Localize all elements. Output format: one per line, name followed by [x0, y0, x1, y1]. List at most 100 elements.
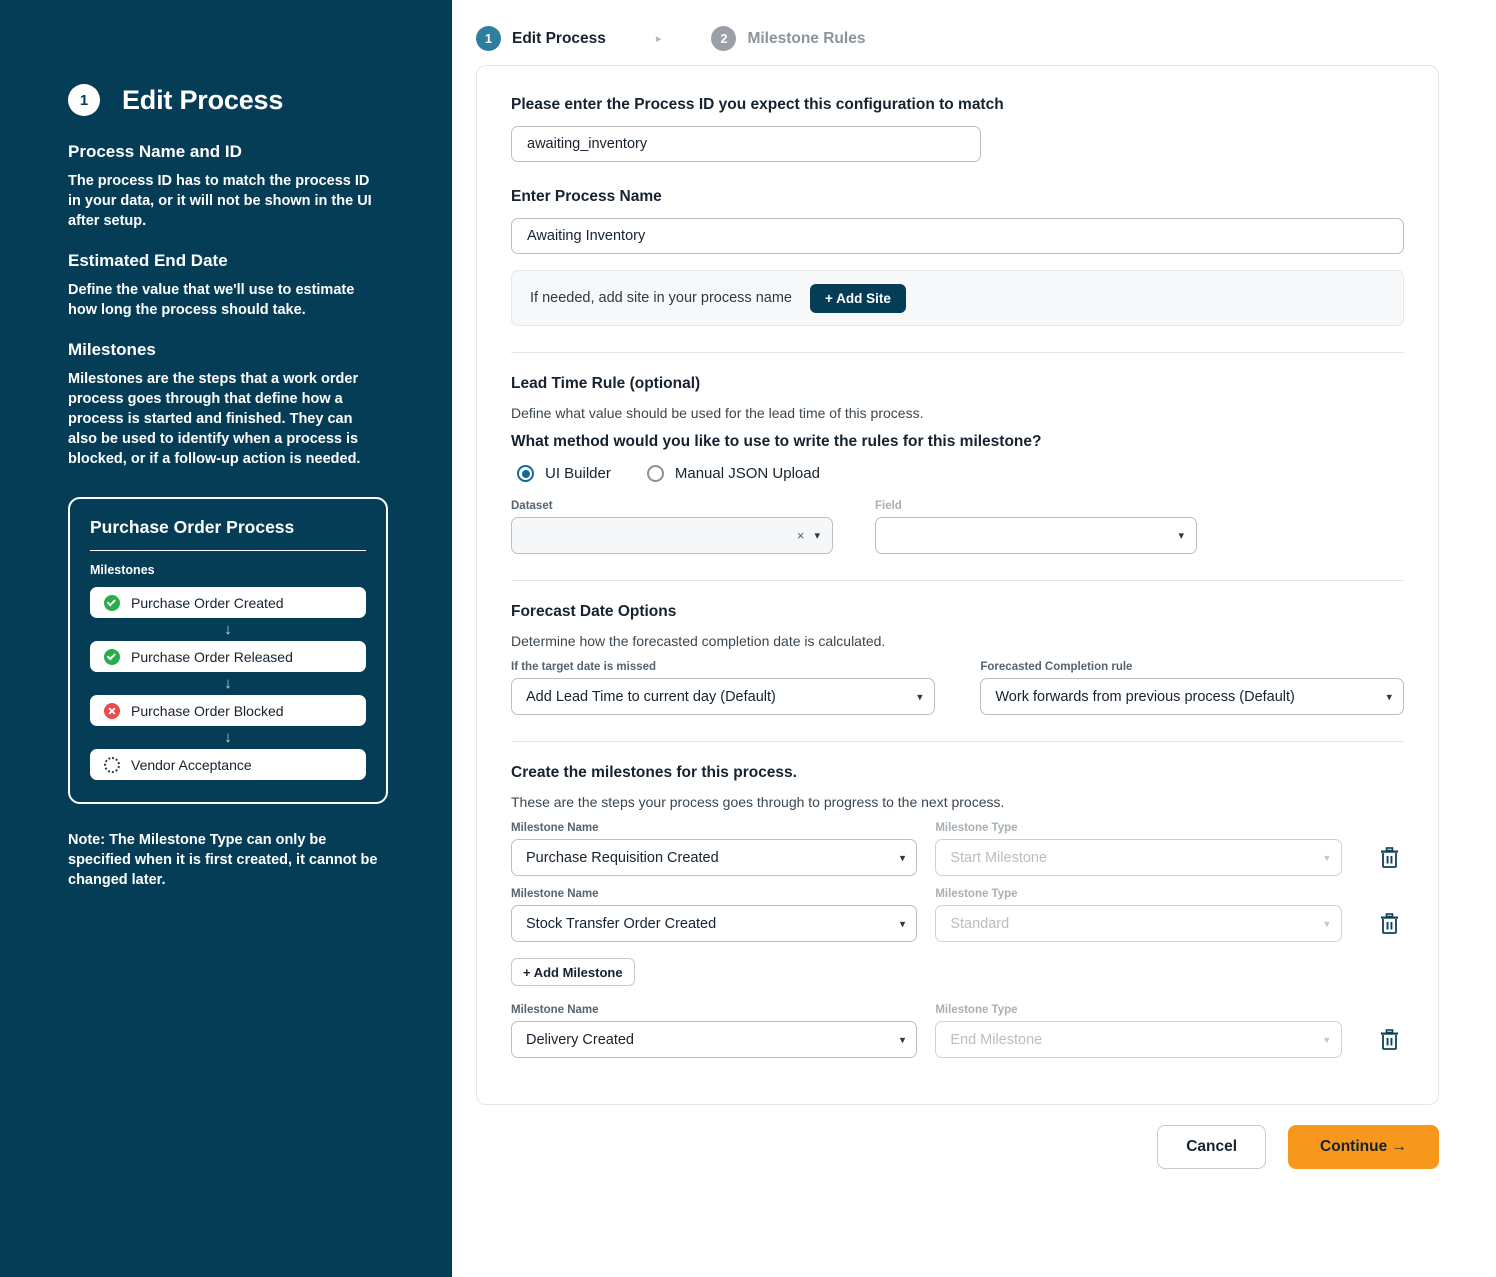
sidebar-note: Note: The Milestone Type can only be spe… — [68, 830, 380, 890]
preview-milestone-label: Purchase Order Released — [131, 649, 293, 665]
radio-ui-builder[interactable]: UI Builder — [517, 465, 611, 482]
field-group: Field ▾ — [875, 500, 1197, 554]
dotted-circle-icon — [104, 757, 120, 773]
add-site-button[interactable]: + Add Site — [810, 284, 906, 313]
delete-milestone-button[interactable] — [1376, 905, 1404, 942]
milestone-name-select[interactable]: Stock Transfer Order Created — [511, 905, 917, 942]
radio-ui-builder-label: UI Builder — [545, 465, 611, 482]
milestone-type-group: Milestone Type End Milestone — [935, 1004, 1341, 1058]
process-preview-subtitle: Milestones — [90, 563, 366, 577]
down-arrow-icon: ↓ — [90, 672, 366, 695]
sidebar-heading-process-name-id: Process Name and ID — [68, 142, 384, 162]
milestone-row-end: Milestone Name Delivery Created Mileston… — [511, 1004, 1404, 1058]
forecast-description: Determine how the forecasted completion … — [511, 633, 1404, 649]
completion-rule-select[interactable]: Work forwards from previous process (Def… — [980, 678, 1404, 715]
milestone-name-group: Milestone Name Stock Transfer Order Crea… — [511, 888, 917, 942]
radio-manual-json-upload[interactable]: Manual JSON Upload — [647, 465, 820, 482]
milestone-type-label: Milestone Type — [935, 822, 1341, 834]
lead-time-description: Define what value should be used for the… — [511, 405, 1404, 421]
trash-icon — [1380, 847, 1399, 868]
error-circle-icon — [104, 703, 120, 719]
milestone-name-label: Milestone Name — [511, 888, 917, 900]
sidebar-heading-milestones: Milestones — [68, 340, 384, 360]
preview-milestone-item: Vendor Acceptance — [90, 749, 366, 780]
milestone-type-label: Milestone Type — [935, 888, 1341, 900]
preview-milestone-item: Purchase Order Created — [90, 587, 366, 618]
add-site-row: If needed, add site in your process name… — [511, 270, 1404, 326]
dataset-select[interactable]: × ▾ — [511, 517, 833, 554]
missed-target-select[interactable]: Add Lead Time to current day (Default) — [511, 678, 935, 715]
divider — [511, 741, 1404, 742]
divider — [511, 352, 1404, 353]
stepper-step-2-label: Milestone Rules — [747, 30, 865, 48]
milestone-name-group: Milestone Name Delivery Created — [511, 1004, 917, 1058]
add-site-text: If needed, add site in your process name — [530, 290, 792, 306]
milestones-description: These are the steps your process goes th… — [511, 794, 1404, 810]
dataset-group: Dataset × ▾ — [511, 500, 833, 554]
down-arrow-icon: ↓ — [90, 618, 366, 641]
missed-target-group: If the target date is missed Add Lead Ti… — [511, 661, 935, 715]
delete-milestone-button[interactable] — [1376, 839, 1404, 876]
process-name-input[interactable] — [511, 218, 1404, 254]
main-content: 1 Edit Process ▸ 2 Milestone Rules Pleas… — [452, 0, 1496, 1277]
radio-unselected-icon — [647, 465, 664, 482]
milestone-name-group: Milestone Name Purchase Requisition Crea… — [511, 822, 917, 876]
process-name-label: Enter Process Name — [511, 188, 1404, 206]
stepper-step-edit-process[interactable]: 1 Edit Process — [476, 26, 606, 51]
milestone-name-select[interactable]: Purchase Requisition Created — [511, 839, 917, 876]
chevron-right-icon: ▸ — [656, 32, 662, 45]
stepper-step-2-badge: 2 — [711, 26, 736, 51]
add-milestone-button[interactable]: + Add Milestone — [511, 958, 635, 986]
preview-milestone-item: Purchase Order Blocked — [90, 695, 366, 726]
dataset-label: Dataset — [511, 500, 833, 512]
sidebar-text-estimated-end-date: Define the value that we'll use to estim… — [68, 280, 380, 320]
chevron-down-icon: ▾ — [1178, 529, 1184, 542]
radio-selected-icon — [517, 465, 534, 482]
chevron-down-icon: ▾ — [814, 529, 820, 542]
edit-process-card: Please enter the Process ID you expect t… — [476, 65, 1439, 1105]
delete-milestone-button[interactable] — [1376, 1021, 1404, 1058]
dataset-field-row: Dataset × ▾ Field ▾ — [511, 500, 1404, 554]
stepper-step-milestone-rules[interactable]: 2 Milestone Rules — [711, 26, 865, 51]
sidebar-title: Edit Process — [122, 85, 283, 116]
milestone-name-label: Milestone Name — [511, 1004, 917, 1016]
sidebar-heading-estimated-end-date: Estimated End Date — [68, 251, 384, 271]
completion-rule-group: Forecasted Completion rule Work forwards… — [980, 661, 1404, 715]
clear-icon[interactable]: × — [797, 528, 805, 543]
lead-time-heading: Lead Time Rule (optional) — [511, 375, 1404, 393]
lead-time-method-radio-group: UI Builder Manual JSON Upload — [517, 465, 1404, 482]
process-id-label: Please enter the Process ID you expect t… — [511, 96, 1404, 114]
trash-icon — [1380, 1029, 1399, 1050]
milestone-type-select: Start Milestone — [935, 839, 1341, 876]
milestone-row: Milestone Name Purchase Requisition Crea… — [511, 822, 1404, 876]
cancel-button[interactable]: Cancel — [1157, 1125, 1266, 1169]
page-root: 1 Edit Process Process Name and ID The p… — [0, 0, 1496, 1277]
milestone-row: Milestone Name Stock Transfer Order Crea… — [511, 888, 1404, 942]
milestone-name-select[interactable]: Delivery Created — [511, 1021, 917, 1058]
completion-rule-label: Forecasted Completion rule — [980, 661, 1404, 673]
milestones-heading: Create the milestones for this process. — [511, 764, 1404, 782]
form-footer: Cancel Continue → — [476, 1125, 1439, 1169]
preview-milestone-label: Purchase Order Blocked — [131, 703, 284, 719]
field-select[interactable]: ▾ — [875, 517, 1197, 554]
check-circle-icon — [104, 649, 120, 665]
preview-milestone-item: Purchase Order Released — [90, 641, 366, 672]
sidebar-text-milestones: Milestones are the steps that a work ord… — [68, 369, 380, 469]
sidebar-header: 1 Edit Process — [68, 84, 384, 116]
missed-target-label: If the target date is missed — [511, 661, 935, 673]
forecast-selects-row: If the target date is missed Add Lead Ti… — [511, 661, 1404, 715]
wizard-stepper: 1 Edit Process ▸ 2 Milestone Rules — [476, 16, 1457, 65]
check-circle-icon — [104, 595, 120, 611]
stepper-step-1-badge: 1 — [476, 26, 501, 51]
field-label: Field — [875, 500, 1197, 512]
process-id-input[interactable] — [511, 126, 981, 162]
process-preview-card: Purchase Order Process Milestones Purcha… — [68, 497, 388, 804]
milestone-type-select: Standard — [935, 905, 1341, 942]
process-preview-title: Purchase Order Process — [90, 517, 366, 551]
radio-manual-json-label: Manual JSON Upload — [675, 465, 820, 482]
preview-milestone-label: Purchase Order Created — [131, 595, 284, 611]
sidebar-step-badge: 1 — [68, 84, 100, 116]
preview-milestone-label: Vendor Acceptance — [131, 757, 252, 773]
trash-icon — [1380, 913, 1399, 934]
continue-button[interactable]: Continue → — [1288, 1125, 1439, 1169]
